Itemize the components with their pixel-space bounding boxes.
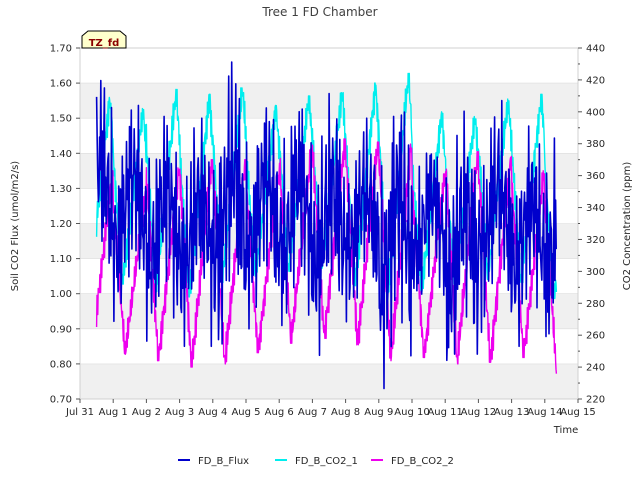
y-right-tick-label: 400 bbox=[586, 107, 605, 118]
x-axis-label: Time bbox=[553, 425, 578, 436]
y-right-tick-label: 240 bbox=[586, 363, 605, 374]
y-left-tick-label: 0.80 bbox=[50, 359, 72, 370]
x-axis: Jul 31 Aug 1 Aug 2 Aug 3 Aug 4 Aug 5 Aug 6 Aug … bbox=[65, 399, 596, 418]
x-tick-label: Aug 6 bbox=[265, 407, 294, 418]
y-left-tick-label: 0.70 bbox=[50, 395, 72, 406]
y-right-tick-label: 340 bbox=[586, 203, 605, 214]
y-right-tick-label: 280 bbox=[586, 299, 605, 310]
legend: FD_B_Flux FD_B_CO2_1 FD_B_CO2_2 bbox=[178, 456, 454, 467]
y-right-tick-label: 300 bbox=[586, 267, 605, 278]
x-tick-label: Aug 5 bbox=[231, 407, 260, 418]
x-tick-label: Aug 10 bbox=[394, 407, 429, 418]
station-badge: TZ_fd bbox=[81, 30, 127, 49]
x-tick-label: Aug 9 bbox=[364, 407, 393, 418]
x-tick-label: Aug 4 bbox=[198, 407, 227, 418]
y-left-tick-label: 1.30 bbox=[50, 184, 72, 195]
grid-band bbox=[80, 363, 578, 399]
chart: Jul 31 Aug 1 Aug 2 Aug 3 Aug 4 Aug 5 Aug 6 Aug … bbox=[10, 5, 633, 467]
y-left-tick-label: 1.70 bbox=[50, 44, 72, 55]
y-axis-label-right: CO2 Concentration (ppm) bbox=[622, 162, 633, 291]
x-tick-label: Aug 15 bbox=[560, 407, 595, 418]
y-right-tick-label: 380 bbox=[586, 139, 605, 150]
x-tick-label: Jul 31 bbox=[65, 407, 94, 418]
y-axis-label-left: Soil CO2 Flux (umol/m2/s) bbox=[10, 161, 21, 291]
legend-label: FD_B_CO2_1 bbox=[295, 456, 358, 467]
x-tick-label: Aug 13 bbox=[494, 407, 529, 418]
y-right-tick-label: 360 bbox=[586, 171, 605, 182]
y-left-tick-label: 1.20 bbox=[50, 219, 72, 230]
y-right-tick-label: 220 bbox=[586, 395, 605, 406]
x-tick-label: Aug 12 bbox=[461, 407, 496, 418]
y-right-tick-label: 260 bbox=[586, 331, 605, 342]
y-axis-left: 0.70 0.80 0.90 1.00 1.10 1.20 1.30 1.40 1.50 1.60… bbox=[50, 44, 80, 406]
y-right-tick-label: 320 bbox=[586, 235, 605, 246]
x-tick-label: Aug 1 bbox=[99, 407, 128, 418]
legend-label: FD_B_Flux bbox=[198, 456, 249, 467]
x-tick-label: Aug 8 bbox=[331, 407, 360, 418]
x-tick-label: Aug 14 bbox=[527, 407, 562, 418]
y-left-tick-label: 1.00 bbox=[50, 289, 72, 300]
legend-label: FD_B_CO2_2 bbox=[391, 456, 454, 467]
badge-label: TZ_fd bbox=[89, 38, 120, 49]
chart-title: Tree 1 FD Chamber bbox=[261, 5, 377, 19]
x-tick-label: Aug 7 bbox=[298, 407, 327, 418]
y-right-tick-label: 420 bbox=[586, 75, 605, 86]
x-tick-label: Aug 2 bbox=[132, 407, 161, 418]
y-left-tick-label: 1.10 bbox=[50, 254, 72, 265]
x-tick-label: Aug 3 bbox=[165, 407, 194, 418]
y-right-tick-label: 440 bbox=[586, 44, 605, 55]
y-left-tick-label: 0.90 bbox=[50, 324, 72, 335]
x-tick-label: Aug 11 bbox=[427, 407, 462, 418]
y-left-tick-label: 1.60 bbox=[50, 79, 72, 90]
y-axis-right: 220 240 260 280 300 320 340 360 380 400 420 440 bbox=[578, 44, 605, 406]
y-left-tick-label: 1.40 bbox=[50, 149, 72, 160]
y-left-tick-label: 1.50 bbox=[50, 114, 72, 125]
